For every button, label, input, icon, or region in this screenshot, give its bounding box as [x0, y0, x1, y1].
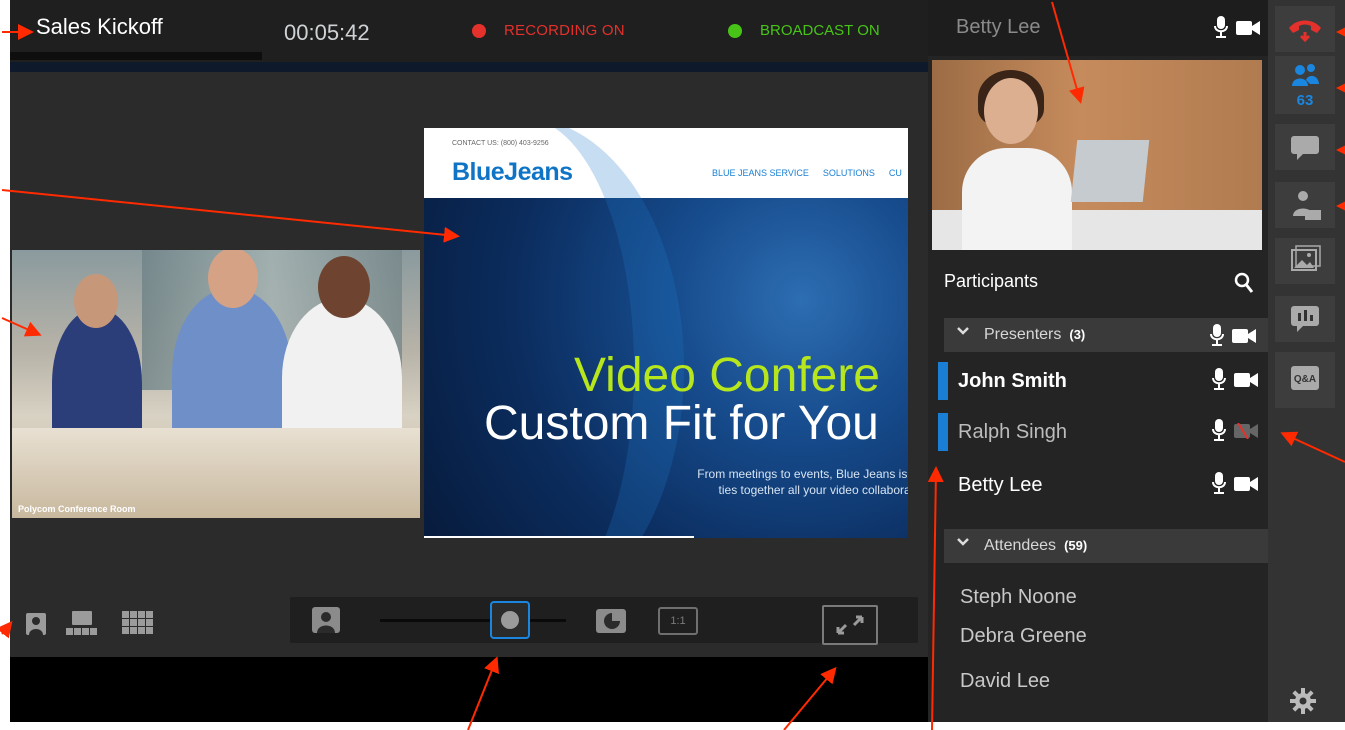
- recording-dot-icon: [472, 23, 486, 38]
- video-stage: Polycom Conference Room CONTACT US: (800…: [10, 72, 928, 597]
- share-bottom-edge: [424, 536, 694, 538]
- broadcast-status[interactable]: BROADCAST ON: [728, 22, 880, 39]
- attendee-name[interactable]: David Lee: [960, 670, 1050, 693]
- camera-icon[interactable]: [1236, 20, 1260, 36]
- layout-grid-icon[interactable]: [122, 611, 154, 635]
- qa-label: Q&A: [1293, 374, 1317, 385]
- search-icon[interactable]: [1234, 272, 1254, 294]
- meeting-title: Sales Kickoff: [36, 14, 163, 39]
- presenter-row[interactable]: Betty Lee: [928, 458, 1268, 510]
- hero-tagline: From meetings to events, Blue Jeans is t…: [654, 466, 908, 498]
- layout-single-icon[interactable]: [26, 613, 46, 635]
- chat-button[interactable]: [1275, 124, 1335, 170]
- presenter-name: Ralph Singh: [958, 421, 1067, 443]
- laptop: [1070, 140, 1150, 202]
- content-share[interactable]: CONTACT US: (800) 403-9256 BlueJeans BLU…: [424, 128, 908, 538]
- camera-off-icon[interactable]: [1234, 423, 1258, 439]
- speaker-head: [984, 78, 1038, 144]
- participants-title: Participants: [944, 271, 1039, 291]
- microphone-icon[interactable]: [1212, 419, 1226, 441]
- attendees-label-text: Attendees: [984, 537, 1057, 554]
- speaking-indicator: [938, 362, 948, 400]
- microphone-icon[interactable]: [1214, 16, 1228, 38]
- attendees-group-header[interactable]: Attendees (59): [944, 529, 1274, 563]
- person-middle-head: [208, 250, 258, 308]
- hero-headline-2: Custom Fit for You: [484, 397, 879, 450]
- aspect-ratio-button[interactable]: 1:1: [658, 607, 698, 635]
- participants-count-badge: 63: [1296, 92, 1314, 109]
- attendee-name[interactable]: Debra Greene: [960, 625, 1087, 648]
- website-nav-item: CU: [888, 168, 902, 178]
- presenters-group-header[interactable]: Presenters (3): [944, 318, 1274, 352]
- active-speaker-name: Betty Lee: [956, 16, 1041, 38]
- camera-icon[interactable]: [1234, 476, 1258, 492]
- hang-up-button[interactable]: [1275, 6, 1335, 52]
- microphone-icon[interactable]: [1212, 472, 1226, 494]
- settings-gear-icon[interactable]: [1290, 688, 1316, 714]
- bottom-bar: [10, 657, 928, 722]
- recording-label: RECORDING ON: [504, 22, 625, 39]
- room-label: Polycom Conference Room: [18, 504, 136, 514]
- meeting-timer: 00:05:42: [284, 20, 370, 45]
- top-divider: [10, 62, 928, 72]
- polls-button[interactable]: [1275, 296, 1335, 342]
- presenters-label-text: Presenters: [984, 326, 1062, 343]
- attendees-label: Attendees (59): [984, 537, 1087, 555]
- content-balance-slider[interactable]: [380, 619, 566, 622]
- active-speaker-video[interactable]: [932, 60, 1262, 250]
- attendees-count: (59): [1064, 538, 1088, 553]
- active-speaker-header: Betty Lee: [928, 0, 1268, 56]
- broadcast-dot-icon: [728, 23, 742, 38]
- share-screen-button[interactable]: [1275, 182, 1335, 228]
- attendee-name[interactable]: Steph Noone: [960, 586, 1077, 609]
- content-only-icon[interactable]: [596, 609, 626, 633]
- speaking-indicator: [938, 413, 948, 451]
- layout-speaker-strip-icon[interactable]: [66, 611, 98, 635]
- person-right-head: [318, 256, 370, 318]
- participants-panel: Betty Lee Participants Presenters (3) Jo…: [928, 0, 1274, 722]
- website-nav-item: SOLUTIONS: [822, 168, 875, 178]
- speaker-body: [962, 148, 1072, 250]
- website-nav: BLUE JEANS SERVICE SOLUTIONS CU: [712, 168, 902, 178]
- person-left-head: [74, 274, 118, 328]
- hero-tagline-line: From meetings to events, Blue Jeans is t: [697, 467, 908, 481]
- presenters-count: (3): [1069, 327, 1086, 342]
- recording-status[interactable]: RECORDING ON: [472, 22, 625, 39]
- room-video-tile[interactable]: Polycom Conference Room: [12, 250, 420, 518]
- broadcast-label: BROADCAST ON: [760, 22, 880, 39]
- website-nav-item: BLUE JEANS SERVICE: [712, 168, 809, 178]
- presenters-label: Presenters (3): [984, 326, 1085, 344]
- camera-icon[interactable]: [1234, 372, 1258, 388]
- website-hero: Video Confere Custom Fit for You From me…: [424, 128, 908, 538]
- hero-tagline-line: ties together all your video collaborat: [718, 483, 908, 497]
- video-only-icon[interactable]: [312, 607, 340, 633]
- microphone-icon[interactable]: [1212, 368, 1226, 390]
- top-bar: Sales Kickoff 00:05:42 RECORDING ON BROA…: [10, 0, 928, 62]
- camera-icon[interactable]: [1232, 328, 1256, 344]
- presenter-name: Betty Lee: [958, 474, 1043, 496]
- fullscreen-button[interactable]: [822, 605, 878, 645]
- presenter-row[interactable]: Ralph Singh: [928, 405, 1268, 457]
- annotation-arrow: [0, 620, 13, 639]
- chevron-down-icon: [956, 324, 970, 338]
- action-rail: 63 Q&A: [1268, 0, 1345, 722]
- title-underline: [10, 52, 262, 60]
- presenter-name: John Smith: [958, 370, 1067, 392]
- meeting-window: Sales Kickoff 00:05:42 RECORDING ON BROA…: [10, 0, 1345, 722]
- layout-toolbar: 1:1: [10, 597, 928, 657]
- slider-handle[interactable]: [490, 601, 530, 639]
- participants-button[interactable]: 63: [1275, 56, 1335, 114]
- qa-button[interactable]: Q&A: [1275, 352, 1335, 408]
- chevron-down-icon: [956, 535, 970, 549]
- hero-headline-1: Video Confere: [574, 349, 880, 402]
- image-gallery-button[interactable]: [1275, 238, 1335, 284]
- microphone-icon[interactable]: [1210, 324, 1224, 346]
- presenter-row[interactable]: John Smith: [928, 354, 1268, 406]
